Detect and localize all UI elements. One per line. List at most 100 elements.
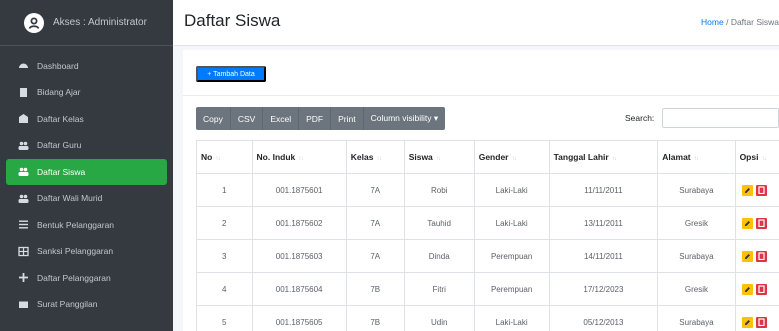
- users-icon: [18, 193, 29, 204]
- search-input[interactable]: [662, 108, 779, 128]
- column-header-no[interactable]: No ↑↓: [196, 140, 253, 174]
- sidebar: Akses : Administrator Dashboard Bidang Aj…: [0, 0, 173, 331]
- search-label: Search:: [625, 113, 655, 123]
- table-cell: 7A: [345, 206, 405, 240]
- sidebar-item-surat-panggilan[interactable]: Surat Panggilan: [6, 292, 167, 318]
- edit-icon[interactable]: [741, 184, 753, 196]
- breadcrumb-current: Daftar Siswa: [730, 17, 779, 27]
- options-cell: [734, 305, 779, 331]
- sidebar-item-dashboard[interactable]: Dashboard: [6, 53, 167, 79]
- column-header-label: No. Induk: [256, 152, 296, 162]
- excel-button[interactable]: Excel: [263, 107, 300, 130]
- column-header-alamat[interactable]: Alamat ↑↓: [657, 140, 736, 174]
- csv-button[interactable]: CSV: [231, 107, 264, 130]
- edit-icon[interactable]: [741, 250, 753, 262]
- sidebar-item-daftar-kelas[interactable]: Daftar Kelas: [6, 106, 167, 132]
- sort-icon: ↑↓: [435, 155, 441, 162]
- column-header-tanggal-lahir[interactable]: Tanggal Lahir ↑↓: [548, 140, 659, 174]
- column-header-siswa[interactable]: Siswa ↑↓: [403, 140, 475, 174]
- sort-icon: ↑↓: [298, 155, 303, 162]
- table-cell: 17/12/2023: [548, 272, 659, 306]
- delete-icon[interactable]: [755, 217, 767, 229]
- table-row: 2 001.1875602 7A Tauhid Laki-Laki 13/11/2011 G…: [196, 206, 779, 240]
- table-cell: Surabaya: [657, 173, 736, 207]
- user-avatar-icon: [24, 12, 44, 33]
- sort-icon: ↑↓: [761, 155, 766, 162]
- delete-icon[interactable]: [755, 316, 767, 328]
- column-header-label: Opsi: [739, 152, 759, 162]
- table-cell: 1: [196, 173, 253, 207]
- sidebar-item-label: Surat Panggilan: [37, 299, 98, 310]
- sidebar-item-label: Bidang Ajar: [37, 87, 81, 98]
- table-cell: 5: [196, 305, 253, 331]
- delete-icon[interactable]: [755, 283, 767, 295]
- options-cell: [734, 272, 779, 306]
- user-panel[interactable]: Akses : Administrator: [0, 0, 173, 46]
- column-header-label: Alamat: [662, 152, 691, 162]
- content-header: Daftar Siswa Home / Daftar Siswa: [173, 0, 779, 46]
- breadcrumb-separator: /: [726, 17, 729, 27]
- delete-icon[interactable]: [755, 250, 767, 262]
- plus-icon: [18, 272, 29, 283]
- table-cell: 001.1875605: [251, 305, 347, 331]
- envelope-icon: [18, 299, 29, 310]
- column-header-opsi[interactable]: Opsi ↑↓: [734, 140, 779, 174]
- table-cell: Gresik: [657, 272, 736, 306]
- table-cell: Laki-Laki: [473, 173, 550, 207]
- sidebar-item-label: Daftar Guru: [37, 140, 82, 151]
- edit-icon[interactable]: [741, 283, 753, 295]
- column-header-gender[interactable]: Gender ↑↓: [473, 140, 550, 174]
- table-cell: 7A: [345, 173, 405, 207]
- sidebar-item-bidang-ajar[interactable]: Bidang Ajar: [6, 80, 167, 106]
- table-cell: Perempuan: [473, 239, 550, 273]
- sort-icon: ↑↓: [376, 155, 381, 162]
- sidebar-item-daftar-pelanggaran[interactable]: Daftar Pelanggaran: [6, 265, 167, 291]
- edit-icon[interactable]: [741, 217, 753, 229]
- options-cell: [734, 206, 779, 240]
- sidebar-item-daftar-guru[interactable]: Daftar Guru: [6, 133, 167, 159]
- table-cell: 05/12/2013: [548, 305, 659, 331]
- table-cell: 7B: [345, 305, 405, 331]
- table-cell: Gresik: [657, 206, 736, 240]
- table-cell: 7B: [345, 272, 405, 306]
- table-cell: Dinda: [403, 239, 475, 273]
- school-icon: [18, 113, 29, 124]
- export-button-group: Copy CSV Excel PDF Print Column visibili…: [196, 107, 446, 130]
- sidebar-item-sanksi-pelanggaran[interactable]: Sanksi Pelanggaran: [6, 239, 167, 265]
- table-cell: 3: [196, 239, 253, 273]
- column-visibility-button[interactable]: Column visibility ▾: [364, 107, 446, 130]
- column-header-label: Siswa: [408, 152, 433, 162]
- table-cell: Surabaya: [657, 305, 736, 331]
- column-header-no-induk[interactable]: No. Induk ↑↓: [251, 140, 347, 174]
- sidebar-item-label: Dashboard: [37, 60, 79, 71]
- print-button[interactable]: Print: [331, 107, 364, 130]
- sidebar-item-bentuk-pelanggaran[interactable]: Bentuk Pelanggaran: [6, 212, 167, 238]
- sidebar-item-daftar-wali-murid[interactable]: Daftar Wali Murid: [6, 186, 167, 212]
- delete-icon[interactable]: [755, 184, 767, 196]
- edit-icon[interactable]: [741, 316, 753, 328]
- table-row: 1 001.1875601 7A Robi Laki-Laki 11/11/2011 Sur…: [196, 173, 779, 207]
- sort-icon: ↑↓: [215, 155, 220, 162]
- options-cell: [734, 173, 779, 207]
- column-header-kelas[interactable]: Kelas ↑↓: [345, 140, 405, 174]
- copy-button[interactable]: Copy: [196, 107, 231, 130]
- table-header-row: No ↑↓ No. Induk ↑↓ Kelas ↑↓ Siswa ↑↓ Gender ↑↓ Tan…: [196, 140, 779, 174]
- table-cell: Tauhid: [403, 206, 475, 240]
- column-header-label: Tanggal Lahir: [553, 152, 609, 162]
- pdf-button[interactable]: PDF: [299, 107, 332, 130]
- breadcrumb-home-link[interactable]: Home: [701, 17, 724, 27]
- book-icon: [18, 87, 29, 98]
- breadcrumb: Home / Daftar Siswa: [701, 17, 779, 27]
- sidebar-item-daftar-siswa[interactable]: Daftar Siswa: [6, 159, 167, 185]
- table-cell: 001.1875601: [251, 173, 347, 207]
- table-icon: [18, 246, 29, 257]
- table-cell: Fitri: [403, 272, 475, 306]
- table-cell: 4: [196, 272, 253, 306]
- table-cell: Perempuan: [473, 272, 550, 306]
- add-data-button[interactable]: + Tambah Data: [196, 66, 266, 82]
- users-icon: [18, 166, 29, 177]
- student-table: No ↑↓ No. Induk ↑↓ Kelas ↑↓ Siswa ↑↓ Gender ↑↓ Tan…: [196, 140, 779, 331]
- table-cell: 001.1875603: [251, 239, 347, 273]
- users-icon: [18, 140, 29, 151]
- list-icon: [18, 219, 29, 230]
